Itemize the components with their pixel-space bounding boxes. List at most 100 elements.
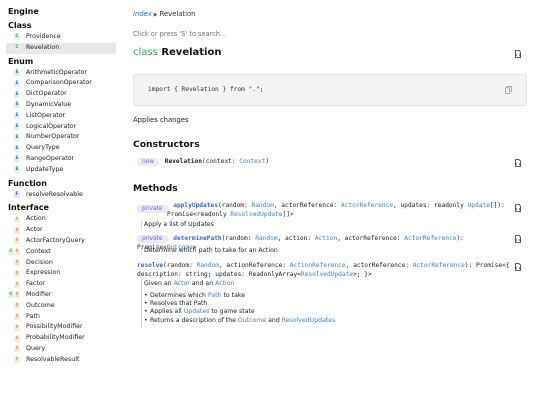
sidebar-item-label: Expression [26,269,61,277]
doc-divider [141,220,142,230]
param-text: , actorReference: [337,235,405,242]
sidebar-item-logicaloperator[interactable]: E LogicalOperator [0,122,122,133]
sidebar-section-title: Function [8,178,47,188]
type-link-actor[interactable]: Actor [174,280,190,287]
sidebar-item-action[interactable]: I Action [0,214,122,225]
interface-kind-icon: I [14,324,20,331]
type-link-random[interactable]: Random [197,262,219,269]
sidebar-item-probabilitymodifier[interactable]: I ProbabilityModifier [0,333,122,344]
type-link-updates[interactable]: Updates [184,308,210,315]
constructor-signature: new Revelation(context: Context) [137,157,515,166]
param-text: , actionReference: [218,262,290,269]
sidebar-item-label: Action [26,215,46,223]
sidebar-item-label: ProbabilityModifier [26,334,85,342]
view-source-icon[interactable] [514,235,522,243]
import-code-block: import { Revelation } from "."; [133,74,527,106]
method-name-applyupdates[interactable]: applyUpdates [173,202,218,209]
sidebar-item-listoperator[interactable]: E ListOperator [0,111,122,122]
breadcrumb: index ▶ Revelation [133,10,195,18]
type-link-update[interactable]: Update [468,202,490,209]
sidebar-item-querytype[interactable]: E QueryType [0,143,122,154]
type-link-action[interactable]: Action [315,235,337,242]
sidebar-item-revelation[interactable]: C Revelation [6,42,116,54]
class-name: Revelation [161,47,222,58]
method-name-resolve[interactable]: resolve [137,262,163,269]
sidebar-item-path[interactable]: I Path [0,312,122,323]
sidebar-item-expression[interactable]: I Expression [0,268,122,279]
type-link-resolvedupdates[interactable]: ResolvedUpdates [282,317,336,324]
type-link-actorreference[interactable]: ActorReference [404,235,456,242]
type-link-path[interactable]: Path [208,292,222,299]
method-applyupdates-description: Apply a list of Updates [144,221,214,228]
view-source-icon[interactable] [514,263,522,271]
sidebar-item-label: ListOperator [26,111,66,119]
sidebar-item-label: PossibilityModifier [26,323,83,331]
class-keyword: class [133,47,158,58]
interface-kind-icon: I [14,292,20,299]
copy-icon[interactable] [505,86,512,94]
sidebar-item-dictoperator[interactable]: E DictOperator [0,89,122,100]
type-link-actorreference[interactable]: ActorReference [413,262,465,269]
sidebar-item-factor[interactable]: I Factor [0,279,122,290]
enum-kind-icon: E [14,167,20,174]
sidebar-item-label: ArithmeticOperator [26,68,87,76]
sidebar-item-possibilitymodifier[interactable]: I PossibilityModifier [0,322,122,333]
desc-text: Given an [144,280,174,287]
type-link-actionreference[interactable]: ActionReference [290,262,346,269]
sidebar-item-modifier[interactable]: C I Modifier [0,290,122,301]
sidebar-item-arithmeticoperator[interactable]: E ArithmeticOperator [0,68,122,79]
type-link-action[interactable]: Action [215,280,234,287]
sidebar-item-label: Factor [26,280,46,288]
resolve-steps-list: Determines which Path to take Resolves t… [144,292,335,325]
type-link-random[interactable]: Random [255,235,277,242]
new-badge: new [137,158,159,166]
sidebar-item-resolvableresult[interactable]: I ResolvableResult [0,355,122,366]
enum-kind-icon: E [14,91,20,98]
desc-text: to game state [209,308,255,316]
sidebar-item-updatetype[interactable]: E UpdateType [0,165,122,176]
type-link-random[interactable]: Random [251,202,273,209]
sidebar-item-actorfactoryquery[interactable]: I ActorFactoryQuery [0,236,122,247]
param-text: , updates: readonly [393,202,468,209]
type-link-actorreference[interactable]: ActorReference [341,202,393,209]
private-badge: private [137,205,168,213]
sidebar-item-outcome[interactable]: I Outcome [0,301,122,312]
sidebar-item-resolveresolvable[interactable]: FresolveResolvable [0,190,122,201]
list-item: Applies all Updates to game state [144,308,335,316]
constructors-heading: Constructors [133,139,200,150]
sidebar-item-rangeoperator[interactable]: E RangeOperator [0,154,122,165]
sidebar-item-numberoperator[interactable]: E NumberOperator [0,132,122,143]
interface-kind-icon: I [14,313,20,320]
desc-text: Resolves that Path [150,300,208,308]
method-name-determinepath[interactable]: determinePath [173,235,221,242]
method-determinepath-description: Determine which path to take for an Acti… [144,247,278,254]
sidebar-item-comparisonoperator[interactable]: E ComparisonOperator [0,78,122,89]
function-kind-icon: F [14,191,20,198]
breadcrumb-index-link[interactable]: index [133,10,152,18]
sidebar-item-dynamicvalue[interactable]: E DynamicValue [0,100,122,111]
param-text: , action: [277,235,315,242]
private-badge: private [137,235,168,243]
sidebar-section-title: Class [8,21,32,30]
view-source-icon[interactable] [514,204,522,212]
sidebar-item-decision[interactable]: I Decision [0,258,122,269]
type-link-resolvedupdate[interactable]: ResolvedUpdate [301,271,353,278]
sidebar-item-label: UpdateType [26,165,64,173]
method-resolve-description: Given an Actor and an Action [144,280,235,287]
breadcrumb-separator-icon: ▶ [153,12,158,18]
sidebar-item-actor[interactable]: I Actor [0,225,122,236]
view-source-icon[interactable] [514,50,522,58]
sidebar-item-providence[interactable]: C Providence [0,32,122,43]
type-link-context[interactable]: Context [239,158,265,165]
interface-kind-icon: I [14,249,20,256]
type-link-outcome[interactable]: Outcome [238,317,266,324]
desc-text: and an [189,280,216,287]
list-item: Resolves that Path [144,300,335,308]
type-link-resolvedupdate[interactable]: ResolvedUpdate [230,211,282,218]
view-source-icon[interactable] [514,159,522,167]
sidebar-item-label: DictOperator [26,90,67,98]
sidebar-item-context[interactable]: C I Context [0,247,122,258]
enum-kind-icon: E [14,102,20,109]
sidebar-item-query[interactable]: I Query [0,344,122,355]
search-input[interactable] [133,29,523,39]
